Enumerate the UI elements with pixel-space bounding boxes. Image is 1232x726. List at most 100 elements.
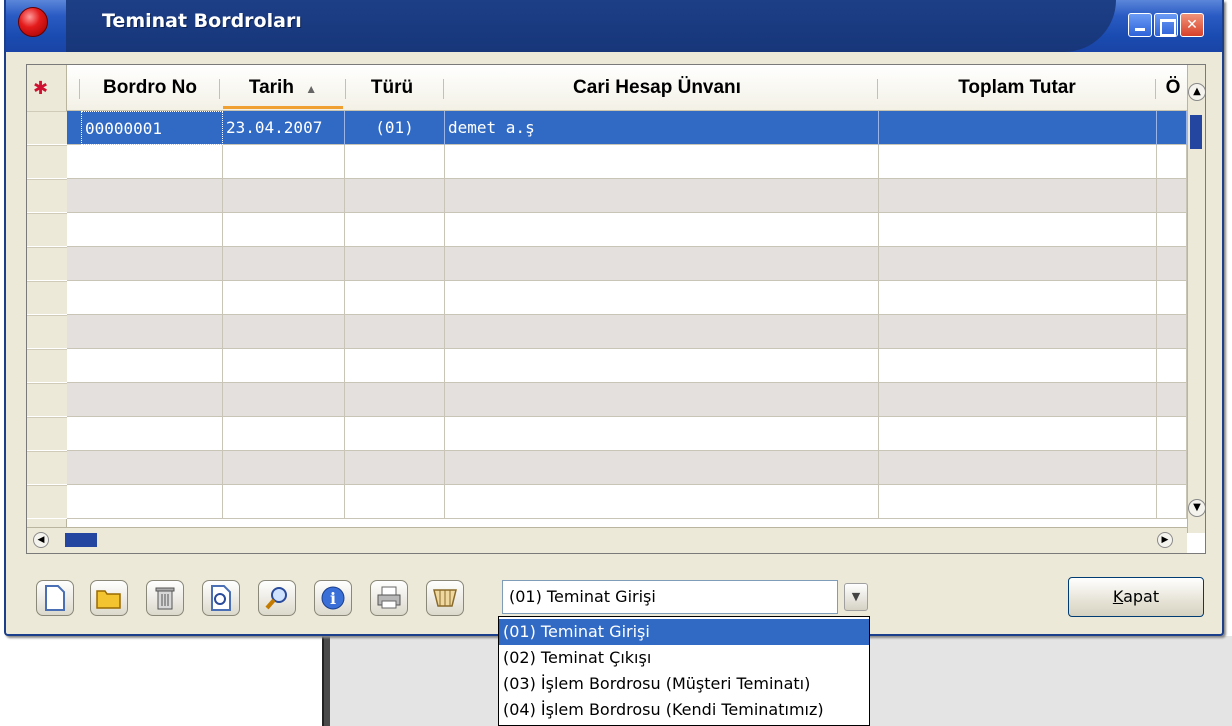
dropdown-option[interactable]: (04) İşlem Bordrosu (Kendi Teminatımız) [499, 697, 869, 723]
table-row[interactable] [67, 213, 1187, 247]
row-indicator[interactable] [27, 451, 67, 485]
empty-cell[interactable] [1157, 247, 1187, 281]
empty-cell[interactable] [345, 145, 445, 179]
filter-icon[interactable] [426, 580, 464, 616]
empty-cell[interactable] [879, 383, 1157, 417]
empty-cell[interactable] [81, 247, 223, 281]
empty-cell[interactable] [1157, 281, 1187, 315]
empty-cell[interactable] [223, 281, 345, 315]
row-indicator[interactable] [27, 213, 67, 247]
table-row[interactable] [67, 315, 1187, 349]
title-bar[interactable]: Teminat Bordroları ✕ [6, 0, 1222, 52]
empty-cell[interactable] [223, 213, 345, 247]
col-header-tarih[interactable]: Tarih ▲ [223, 65, 343, 109]
row-indicator[interactable] [27, 179, 67, 213]
empty-cell[interactable] [223, 485, 345, 519]
dropdown-option[interactable]: (02) Teminat Çıkışı [499, 645, 869, 671]
col-header-truncated[interactable]: Ö [1163, 65, 1183, 111]
horizontal-scrollbar[interactable]: ◀ ▶ [27, 527, 1187, 553]
empty-cell[interactable] [345, 247, 445, 281]
row-indicator[interactable] [27, 315, 67, 349]
empty-cell[interactable] [223, 247, 345, 281]
table-row[interactable] [67, 485, 1187, 519]
empty-cell[interactable] [345, 417, 445, 451]
vertical-scroll-thumb[interactable] [1190, 115, 1202, 149]
empty-cell[interactable] [81, 281, 223, 315]
empty-cell[interactable] [445, 213, 879, 247]
col-header-toplam-tutar[interactable]: Toplam Tutar [927, 65, 1107, 111]
table-row[interactable] [67, 145, 1187, 179]
empty-cell[interactable] [223, 383, 345, 417]
row-indicator[interactable] [27, 383, 67, 417]
cell-cari-hesap-unvani[interactable]: demet a.ş [445, 111, 879, 145]
chevron-down-icon[interactable]: ▼ [844, 583, 868, 611]
open-icon[interactable] [90, 580, 128, 616]
search-icon[interactable] [258, 580, 296, 616]
print-icon[interactable] [370, 580, 408, 616]
empty-cell[interactable] [81, 485, 223, 519]
empty-cell[interactable] [1157, 417, 1187, 451]
vertical-scrollbar[interactable]: ▲ ▼ [1187, 65, 1205, 533]
scroll-right-icon[interactable]: ▶ [1157, 532, 1173, 548]
cell-extra[interactable] [1157, 111, 1187, 145]
dropdown-option[interactable]: (01) Teminat Girişi [499, 619, 869, 645]
row-indicator[interactable] [27, 485, 67, 519]
kapat-button[interactable]: Kapat [1068, 577, 1204, 617]
empty-cell[interactable] [345, 349, 445, 383]
empty-cell[interactable] [345, 485, 445, 519]
scroll-left-icon[interactable]: ◀ [33, 532, 49, 548]
empty-cell[interactable] [879, 451, 1157, 485]
col-header-turu[interactable]: Türü [357, 65, 427, 111]
empty-cell[interactable] [345, 451, 445, 485]
close-button[interactable]: ✕ [1180, 13, 1204, 37]
empty-cell[interactable] [81, 213, 223, 247]
delete-icon[interactable] [146, 580, 184, 616]
empty-cell[interactable] [223, 417, 345, 451]
empty-cell[interactable] [345, 281, 445, 315]
bordro-type-dropdown[interactable]: (01) Teminat Girişi (02) Teminat Çıkışı … [498, 616, 870, 726]
empty-cell[interactable] [879, 145, 1157, 179]
empty-cell[interactable] [445, 383, 879, 417]
empty-cell[interactable] [445, 315, 879, 349]
grid-corner-icon[interactable]: ✱ [33, 80, 53, 100]
empty-cell[interactable] [1157, 485, 1187, 519]
app-icon[interactable] [18, 7, 48, 37]
empty-cell[interactable] [445, 349, 879, 383]
col-header-bordro-no[interactable]: Bordro No [83, 65, 217, 111]
empty-cell[interactable] [81, 145, 223, 179]
empty-cell[interactable] [445, 145, 879, 179]
table-row[interactable] [67, 417, 1187, 451]
dropdown-option[interactable]: (03) İşlem Bordrosu (Müşteri Teminatı) [499, 671, 869, 697]
empty-cell[interactable] [81, 451, 223, 485]
table-row[interactable] [67, 349, 1187, 383]
empty-cell[interactable] [1157, 315, 1187, 349]
minimize-button[interactable] [1128, 13, 1152, 37]
empty-cell[interactable] [879, 417, 1157, 451]
bordro-type-select[interactable]: (01) Teminat Girişi [502, 580, 838, 614]
empty-cell[interactable] [81, 349, 223, 383]
scroll-up-icon[interactable]: ▲ [1188, 83, 1205, 101]
empty-cell[interactable] [345, 179, 445, 213]
row-indicator[interactable] [27, 111, 67, 145]
table-row[interactable] [67, 281, 1187, 315]
empty-cell[interactable] [1157, 383, 1187, 417]
empty-cell[interactable] [1157, 213, 1187, 247]
row-indicator[interactable] [27, 349, 67, 383]
empty-cell[interactable] [223, 179, 345, 213]
empty-cell[interactable] [1157, 349, 1187, 383]
empty-cell[interactable] [81, 383, 223, 417]
row-indicator[interactable] [27, 145, 67, 179]
empty-cell[interactable] [81, 417, 223, 451]
empty-cell[interactable] [879, 247, 1157, 281]
empty-cell[interactable] [445, 281, 879, 315]
maximize-button[interactable] [1154, 13, 1178, 37]
col-header-cari-hesap-unvani[interactable]: Cari Hesap Ünvanı [487, 65, 827, 111]
new-icon[interactable] [36, 580, 74, 616]
empty-cell[interactable] [879, 179, 1157, 213]
bordro-grid[interactable]: ✱ Bordro No Tarih ▲ Türü Cari Hesap Ünva… [26, 64, 1206, 554]
cell-toplam-tutar[interactable] [879, 111, 1157, 145]
table-row[interactable] [67, 451, 1187, 485]
empty-cell[interactable] [223, 145, 345, 179]
empty-cell[interactable] [1157, 179, 1187, 213]
row-indicator[interactable] [27, 281, 67, 315]
